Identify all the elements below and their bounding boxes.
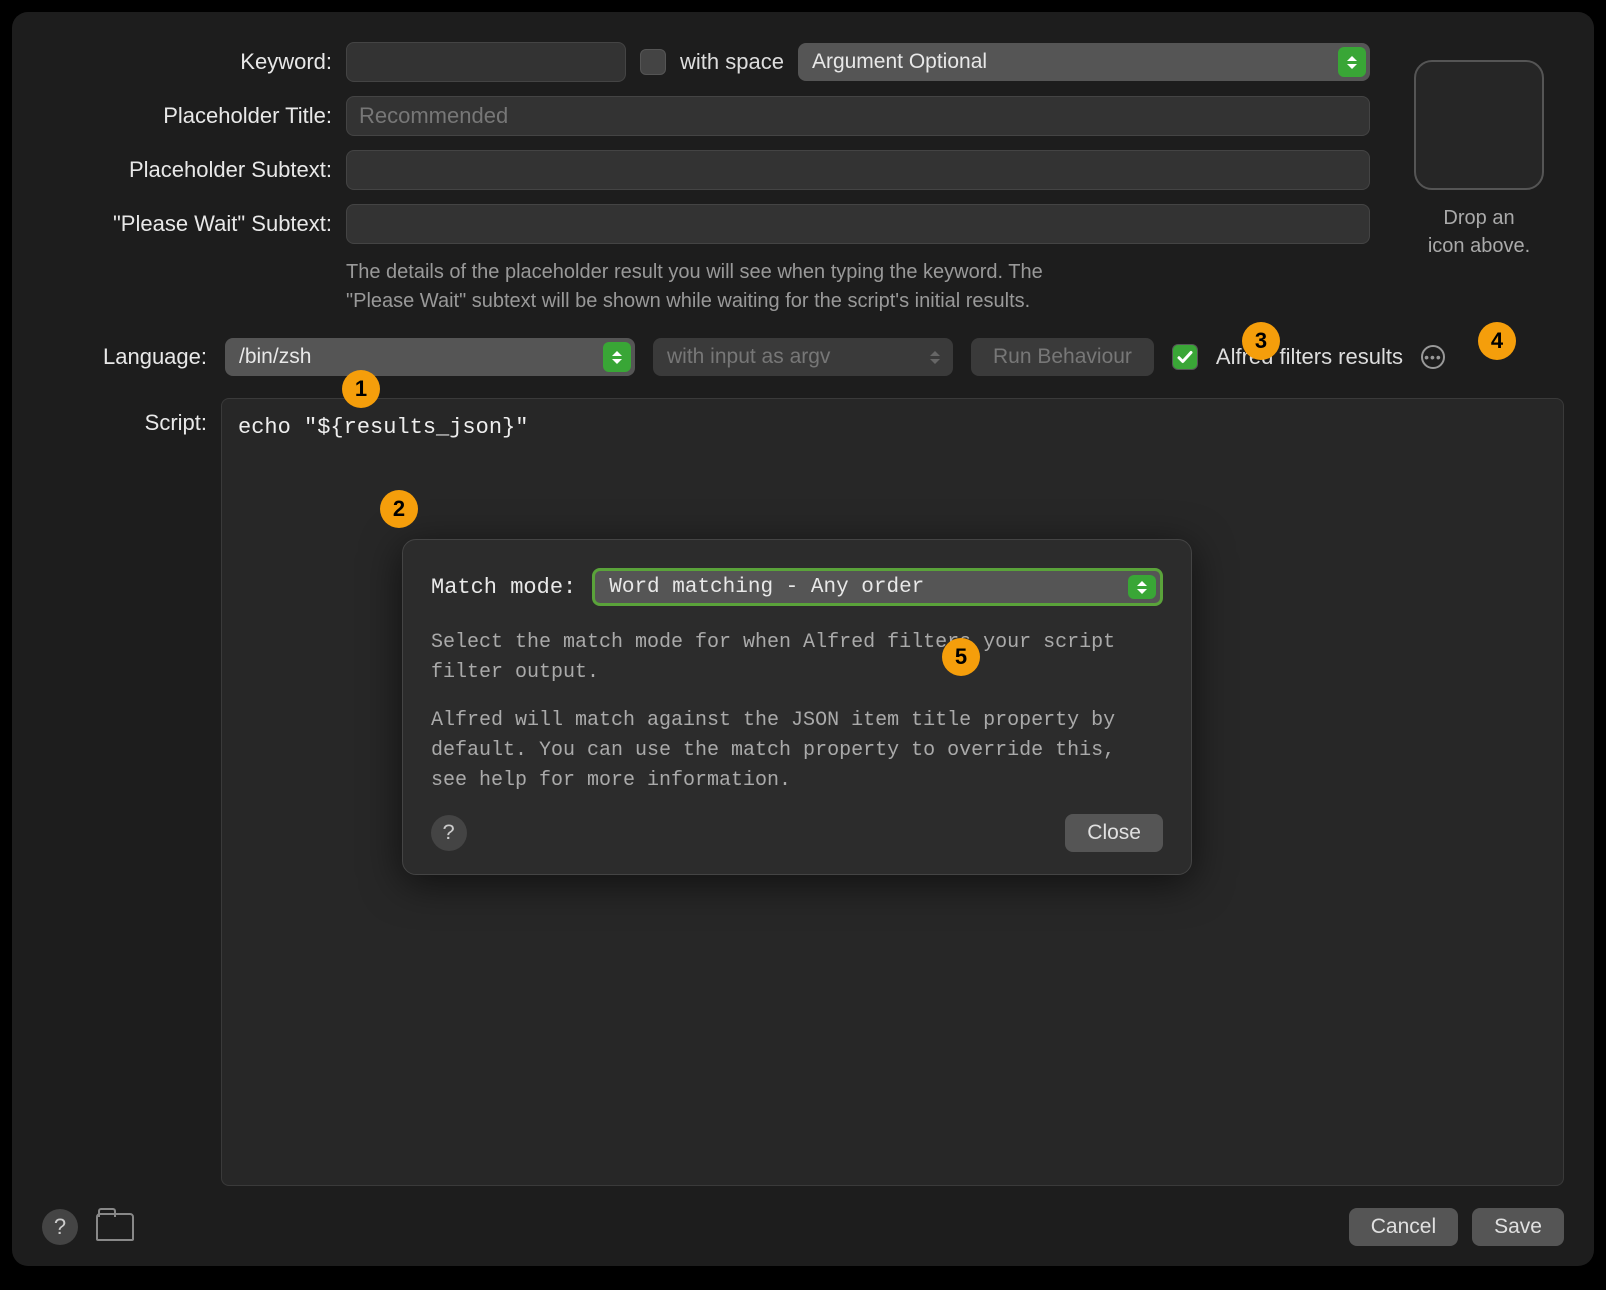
script-content: echo "${results_json}" xyxy=(238,415,528,440)
argument-mode-value: Argument Optional xyxy=(812,50,987,74)
footer-left: ? xyxy=(42,1209,134,1245)
title-label: Placeholder Title: xyxy=(42,103,332,129)
icon-drop-label: Drop an icon above. xyxy=(1394,204,1564,260)
footer-right: Cancel Save xyxy=(1349,1208,1564,1246)
filters-results-label: Alfred filters results xyxy=(1216,344,1403,370)
language-select[interactable]: /bin/zsh xyxy=(225,338,635,376)
please-wait-subtext-input[interactable] xyxy=(346,204,1370,244)
match-mode-label: Match mode: xyxy=(431,575,576,600)
keyword-label: Keyword: xyxy=(42,49,332,75)
match-mode-row: Match mode: Word matching - Any order xyxy=(431,568,1163,606)
popover-desc-1: Select the match mode for when Alfred fi… xyxy=(431,628,1163,688)
wait-subtext-row: "Please Wait" Subtext: xyxy=(42,204,1370,244)
help-icon[interactable]: ? xyxy=(431,815,467,851)
with-space-label: with space xyxy=(680,49,784,75)
help-icon[interactable]: ? xyxy=(42,1209,78,1245)
filters-results-checkbox[interactable] xyxy=(1172,344,1198,370)
script-label: Script: xyxy=(42,398,207,1186)
left-column: Keyword: with space Argument Optional Pl… xyxy=(42,42,1370,338)
match-mode-popover: Match mode: Word matching - Any order Se… xyxy=(402,539,1192,875)
run-behaviour-label: Run Behaviour xyxy=(993,345,1132,369)
cancel-label: Cancel xyxy=(1371,1215,1436,1239)
placeholder-title-input[interactable] xyxy=(346,96,1370,136)
input-mode-value: with input as argv xyxy=(667,345,830,369)
close-label: Close xyxy=(1087,821,1141,845)
save-label: Save xyxy=(1494,1215,1542,1239)
with-space-checkbox[interactable] xyxy=(640,49,666,75)
ellipsis-icon[interactable]: ••• xyxy=(1421,345,1445,369)
match-mode-select[interactable]: Word matching - Any order xyxy=(592,568,1163,606)
icon-drop-well[interactable] xyxy=(1414,60,1544,190)
script-textarea[interactable]: echo "${results_json}" Match mode: Word … xyxy=(221,398,1564,1186)
footer: ? Cancel Save xyxy=(42,1186,1564,1246)
match-mode-value: Word matching - Any order xyxy=(609,576,924,599)
chevron-updown-icon xyxy=(1338,47,1366,77)
placeholder-subtext-input[interactable] xyxy=(346,150,1370,190)
input-mode-select: with input as argv xyxy=(653,338,953,376)
popover-desc-2: Alfred will match against the JSON item … xyxy=(431,706,1163,796)
wait-label: "Please Wait" Subtext: xyxy=(42,211,332,237)
script-row: Script: echo "${results_json}" Match mod… xyxy=(42,398,1564,1186)
language-row: Language: /bin/zsh with input as argv Ru… xyxy=(42,338,1564,376)
chevron-updown-icon xyxy=(1128,575,1156,599)
language-label: Language: xyxy=(42,344,207,370)
icon-column: Drop an icon above. xyxy=(1394,42,1564,338)
keyword-row: Keyword: with space Argument Optional xyxy=(42,42,1370,82)
save-button[interactable]: Save xyxy=(1472,1208,1564,1246)
argument-mode-select[interactable]: Argument Optional xyxy=(798,43,1370,81)
chevron-updown-icon xyxy=(921,342,949,372)
cancel-button[interactable]: Cancel xyxy=(1349,1208,1458,1246)
helper-text: The details of the placeholder result yo… xyxy=(346,258,1116,316)
close-button[interactable]: Close xyxy=(1065,814,1163,852)
keyword-input[interactable] xyxy=(346,42,626,82)
chevron-updown-icon xyxy=(603,342,631,372)
form-area: Keyword: with space Argument Optional Pl… xyxy=(42,42,1564,338)
language-value: /bin/zsh xyxy=(239,345,311,369)
config-window: Keyword: with space Argument Optional Pl… xyxy=(12,12,1594,1266)
run-behaviour-button: Run Behaviour xyxy=(971,338,1154,376)
title-row: Placeholder Title: xyxy=(42,96,1370,136)
popover-footer: ? Close xyxy=(431,814,1163,852)
subtext-label: Placeholder Subtext: xyxy=(42,157,332,183)
folder-icon[interactable] xyxy=(96,1213,134,1241)
subtext-row: Placeholder Subtext: xyxy=(42,150,1370,190)
